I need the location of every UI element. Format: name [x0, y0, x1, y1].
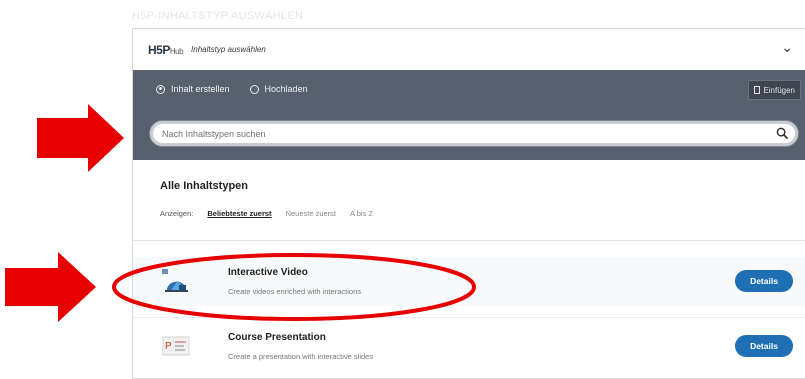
clipboard-icon: [754, 86, 761, 94]
radio-empty-icon: [249, 84, 259, 94]
hub-header[interactable]: H5PHub Inhaltstyp auswählen ⌄: [133, 29, 805, 71]
content-types-heading: Alle Inhaltstypen: [160, 180, 249, 192]
hub-title: Inhaltstyp auswählen: [191, 45, 266, 54]
tab-bar: Inhalt erstellen Hochladen Einfügen: [133, 70, 805, 108]
interactive-video-icon: [162, 269, 188, 292]
sort-a-z[interactable]: A bis Z: [350, 209, 373, 218]
h5p-hub-panel: H5PHub Inhaltstyp auswählen ⌄ Inhalt ers…: [132, 28, 805, 379]
list-item-course-presentation[interactable]: P Course Presentation Create a presentat…: [133, 322, 805, 371]
sort-popular[interactable]: Beliebteste zuerst: [207, 209, 271, 218]
search-icon[interactable]: [776, 127, 789, 140]
tab-upload-label: Hochladen: [264, 84, 308, 94]
tab-create-content[interactable]: Inhalt erstellen: [156, 84, 230, 94]
tab-upload[interactable]: Hochladen: [249, 84, 308, 94]
item-description: Create a presentation with interactive s…: [228, 352, 374, 361]
item-description: Create videos enriched with interactions: [228, 287, 361, 296]
paste-button[interactable]: Einfügen: [748, 80, 801, 100]
details-button-interactive-video[interactable]: Details: [735, 270, 793, 292]
radio-selected-icon: [156, 84, 165, 94]
course-presentation-icon: P: [162, 336, 190, 356]
faded-header-text: H5P-INHALTSTYP AUSWÄHLEN: [132, 10, 304, 22]
sort-label: Anzeigen:: [160, 209, 194, 218]
red-arrow-annotation-item: [5, 252, 96, 322]
row-separator: [133, 317, 805, 318]
details-button-course-presentation[interactable]: Details: [735, 335, 793, 357]
divider: [133, 240, 805, 241]
sort-newest[interactable]: Neueste zuerst: [286, 209, 336, 218]
red-arrow-annotation-search: [37, 104, 124, 172]
item-title: Course Presentation: [228, 332, 326, 343]
list-item-interactive-video[interactable]: Interactive Video Create videos enriched…: [133, 257, 805, 306]
search-input[interactable]: [149, 120, 799, 147]
chevron-down-icon[interactable]: ⌄: [781, 39, 793, 56]
svg-text:P: P: [165, 341, 172, 352]
h5p-logo: H5PHub: [148, 42, 184, 57]
paste-button-label: Einfügen: [763, 85, 795, 95]
sort-options: Anzeigen: Beliebteste zuerst Neueste zue…: [160, 209, 373, 218]
search-bar: [133, 108, 805, 160]
tab-create-label: Inhalt erstellen: [171, 84, 230, 94]
item-title: Interactive Video: [228, 267, 308, 278]
